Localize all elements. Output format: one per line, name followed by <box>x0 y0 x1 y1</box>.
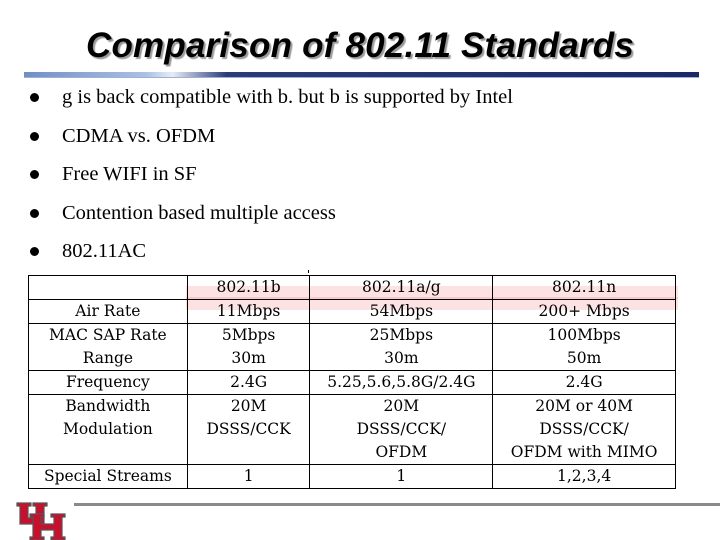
title-divider <box>24 72 699 78</box>
table-cell: 1,2,3,4 <box>492 464 676 489</box>
comparison-table: 802.11b 802.11a/g 802.11n Air Rate 11Mbp… <box>28 275 676 489</box>
footer-divider <box>74 503 720 506</box>
row-label: Modulation <box>28 418 188 441</box>
table-row: OFDM OFDM with MIMO <box>28 441 676 465</box>
table-cell: 1 <box>186 464 311 489</box>
row-label: Special Streams <box>28 464 188 489</box>
table-row: MAC SAP Rate 5Mbps 25Mbps 100Mbps <box>28 323 676 347</box>
table-header-row: 802.11b 802.11a/g 802.11n <box>28 275 676 300</box>
uh-logo-icon <box>16 502 66 540</box>
table-cell: 50m <box>492 347 676 371</box>
table-cell <box>186 441 311 465</box>
header-cell <box>28 275 188 300</box>
table-row: Special Streams 1 1 1,2,3,4 <box>28 464 676 489</box>
bullet-dot-icon <box>30 247 39 256</box>
bullet-dot-icon <box>30 208 39 218</box>
table-row: Bandwidth 20M 20M 20M or 40M <box>28 394 676 418</box>
table-cell: 11Mbps <box>186 299 311 324</box>
table-row: Frequency 2.4G 5.25,5.6,5.8G/2.4G 2.4G <box>28 370 676 395</box>
bullet-dot-icon <box>30 93 39 102</box>
table-row: Range 30m 30m 50m <box>28 347 676 371</box>
row-label: Air Rate <box>28 299 188 324</box>
table-row: Modulation DSSS/CCK DSSS/CCK/ DSSS/CCK/ <box>28 418 676 441</box>
row-label <box>28 441 188 465</box>
table-cell: DSSS/CCK/ <box>309 418 494 441</box>
table-cell: 20M <box>309 394 494 418</box>
bullet-dot-icon <box>30 170 39 179</box>
table-cell: 5Mbps <box>186 323 311 347</box>
table-cell: 30m <box>309 347 494 371</box>
slide-title: Comparison of 802.11 Standards <box>85 26 634 65</box>
table-cell: DSSS/CCK <box>186 418 311 441</box>
header-cell: 802.11b <box>186 275 311 300</box>
row-label: Bandwidth <box>28 394 188 418</box>
header-cell: 802.11n <box>492 275 676 300</box>
table-cell: 5.25,5.6,5.8G/2.4G <box>309 370 494 395</box>
table-cell: DSSS/CCK/ <box>492 418 676 441</box>
table-cell: 200+ Mbps <box>492 299 676 324</box>
table-cell: 30m <box>186 347 311 371</box>
bullet-dot-icon <box>30 131 39 141</box>
table-cell: 54Mbps <box>309 299 494 324</box>
table-cell: OFDM with MIMO <box>492 441 676 465</box>
table-cell: 20M or 40M <box>492 394 676 418</box>
header-cell: 802.11a/g <box>309 275 494 300</box>
row-label: MAC SAP Rate <box>28 323 188 347</box>
table-tick-mark <box>308 270 309 273</box>
table-cell: 20M <box>186 394 311 418</box>
table-cell: 2.4G <box>186 370 311 395</box>
table-cell: 2.4G <box>492 370 676 395</box>
table-cell: 25Mbps <box>309 323 494 347</box>
table-cell: OFDM <box>309 441 494 465</box>
row-label: Frequency <box>28 370 188 395</box>
table-row: Air Rate 11Mbps 54Mbps 200+ Mbps <box>28 299 676 324</box>
row-label: Range <box>28 347 188 371</box>
table-cell: 1 <box>309 464 494 489</box>
table-cell: 100Mbps <box>492 323 676 347</box>
